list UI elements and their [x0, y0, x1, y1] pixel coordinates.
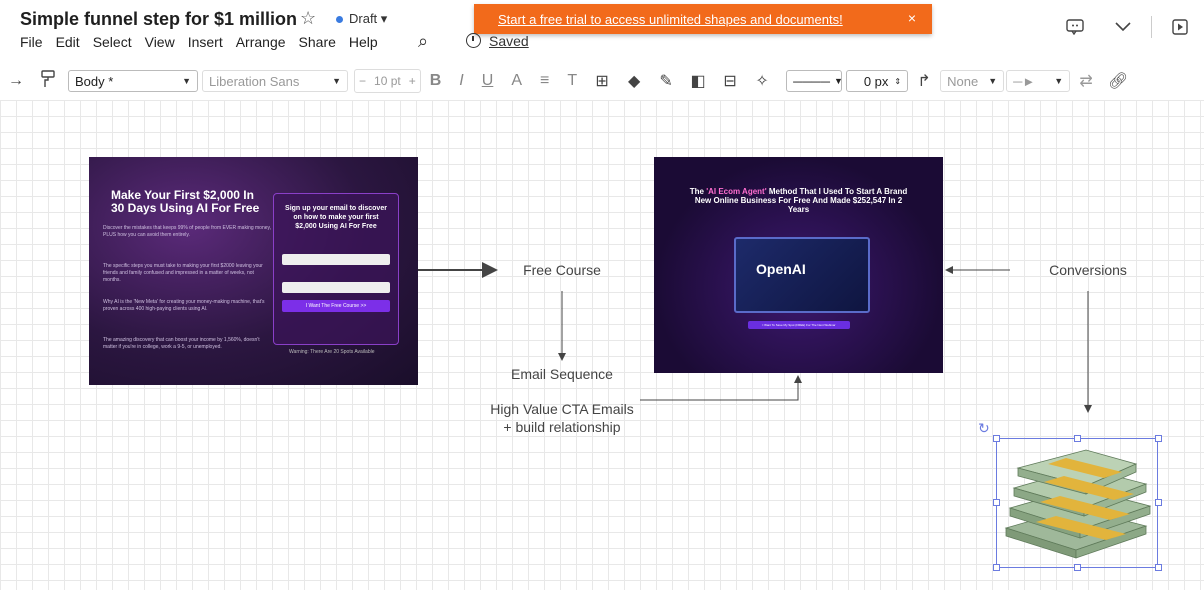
rotate-handle-icon[interactable]: ↻ [978, 420, 990, 437]
optin-email-field [282, 282, 390, 293]
optin-bullet: The amazing discovery that can boost you… [103, 337, 260, 350]
optin-card-title: Sign up your email to discover on how to… [285, 205, 387, 230]
selection-frame[interactable] [996, 438, 1158, 568]
optin-bullet: Discover the mistakes that keeps 99% of … [103, 225, 272, 238]
resize-handle[interactable] [993, 435, 1000, 442]
email-sequence-label[interactable]: Email Sequence [500, 366, 624, 382]
resize-handle[interactable] [1155, 499, 1162, 506]
resize-handle[interactable] [993, 564, 1000, 571]
optin-warning: Warning: There Are 20 Spots Available [289, 349, 375, 355]
optin-bullet: Why AI is the 'New Meta' for creating yo… [103, 299, 265, 312]
arrow-to-sales-page[interactable] [640, 375, 802, 401]
optin-headline: Make Your First $2,000 In 30 Days Using … [111, 188, 260, 215]
optin-page-image[interactable]: Make Your First $2,000 In 30 Days Using … [89, 157, 418, 385]
optin-card: Sign up your email to discover on how to… [273, 193, 399, 345]
sales-headline: The 'AI Ecom Agent' Method That I Used T… [689, 187, 908, 214]
sales-page-image[interactable]: The 'AI Ecom Agent' Method That I Used T… [654, 157, 943, 373]
optin-bullet: The specific steps you must take to maki… [103, 263, 263, 283]
resize-handle[interactable] [1074, 435, 1081, 442]
free-course-label[interactable]: Free Course [500, 262, 624, 278]
optin-button: I Want The Free Course >> [282, 300, 390, 312]
build-relationship-label[interactable]: + build relationship [472, 419, 652, 435]
resize-handle[interactable] [993, 499, 1000, 506]
resize-handle[interactable] [1074, 564, 1081, 571]
optin-name-field [282, 254, 390, 265]
resize-handle[interactable] [1155, 435, 1162, 442]
openai-logo: OpenAI [756, 261, 806, 277]
cta-emails-label[interactable]: High Value CTA Emails [472, 401, 652, 417]
conversions-label[interactable]: Conversions [1030, 262, 1146, 278]
sales-cta-button: I Want To Save My Spot (FREE) For The Ne… [748, 321, 850, 329]
resize-handle[interactable] [1155, 564, 1162, 571]
